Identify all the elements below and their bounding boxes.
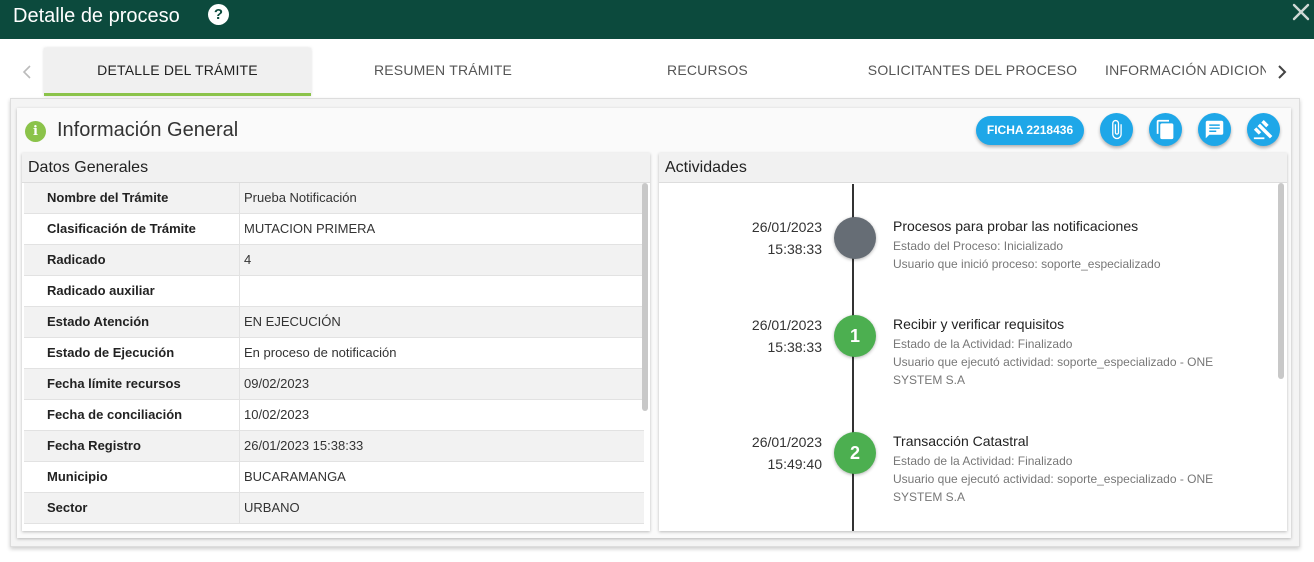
column-divider <box>239 400 240 431</box>
help-icon[interactable]: ? <box>208 4 229 25</box>
activity-datetime: 26/01/2023 15:49:40 <box>712 431 822 475</box>
activity-marker: 2 <box>834 432 876 474</box>
card-title: Información General <box>57 119 239 141</box>
ficha-button[interactable]: FICHA 2218436 <box>976 116 1084 145</box>
column-divider <box>239 276 240 307</box>
column-divider <box>239 245 240 276</box>
window-title: Detalle de proceso <box>13 5 180 27</box>
column-divider <box>239 338 240 369</box>
activity-datetime: 26/01/2023 15:38:33 <box>712 216 822 260</box>
activity-user: Usuario que ejecutó actividad: soporte_e… <box>893 355 1214 387</box>
column-divider <box>239 183 240 214</box>
column-divider <box>239 493 240 524</box>
row-value: BUCARAMANGA <box>244 469 346 484</box>
row-value: 26/01/2023 15:38:33 <box>244 438 364 453</box>
datos-generales-title: Datos Generales <box>22 153 650 183</box>
row-value: En proceso de notificación <box>244 345 397 360</box>
activity-date: 26/01/2023 <box>751 219 822 235</box>
row-label: Sector <box>47 500 88 515</box>
table-row: Fecha Registro 26/01/2023 15:38:33 <box>24 431 644 462</box>
tab-informacion-adicional[interactable]: INFORMACIÓN ADICIONAL <box>1105 48 1266 96</box>
tab-bar: DETALLE DEL TRÁMITE RESUMEN TRÁMITE RECU… <box>0 48 1314 98</box>
table-row: Municipio BUCARAMANGA <box>24 462 644 493</box>
column-divider <box>239 462 240 493</box>
row-label: Nombre del Trámite <box>47 190 169 205</box>
row-label: Clasificación de Trámite <box>47 221 196 236</box>
activity-datetime: 26/01/2023 15:38:33 <box>712 314 822 358</box>
comment-icon <box>1205 120 1224 139</box>
row-label: Fecha Registro <box>47 438 141 453</box>
row-label: Fecha límite recursos <box>47 376 181 391</box>
row-label: Radicado <box>47 252 106 267</box>
table-row: Estado Atención EN EJECUCIÓN <box>24 307 644 338</box>
datos-generales-panel: Datos Generales Nombre del Trámite Prueba… <box>22 153 650 531</box>
gavel-icon <box>1253 119 1273 140</box>
actividades-scrollbar[interactable] <box>1278 183 1284 379</box>
comments-button[interactable] <box>1198 113 1231 146</box>
paperclip-icon <box>1112 119 1122 140</box>
copy-icon <box>1156 119 1174 140</box>
row-value: URBANO <box>244 500 300 515</box>
table-row: Estado de Ejecución En proceso de notific… <box>24 338 644 369</box>
activity-title: Transacción Catastral <box>893 433 1029 449</box>
table-row: Fecha de conciliación 10/02/2023 <box>24 400 644 431</box>
column-divider <box>239 369 240 400</box>
row-value: 09/02/2023 <box>244 376 310 391</box>
activity-title: Procesos para probar las notificaciones <box>893 218 1139 234</box>
activity-status: Estado del Proceso: Inicializado <box>893 239 1064 253</box>
activity-date: 26/01/2023 <box>751 434 822 450</box>
tab-recursos[interactable]: RECURSOS <box>575 48 840 96</box>
table-row: Nombre del Trámite Prueba Notificación <box>24 183 644 214</box>
table-row: Clasificación de Trámite MUTACION PRIMERA <box>24 214 644 245</box>
tab-detalle-tramite[interactable]: DETALLE DEL TRÁMITE <box>44 48 311 96</box>
table-row: Fecha límite recursos 09/02/2023 <box>24 369 644 400</box>
row-label: Estado de Ejecución <box>47 345 175 360</box>
activity-user: Usuario que ejecutó actividad: soporte_e… <box>893 472 1214 504</box>
row-value: 10/02/2023 <box>244 407 310 422</box>
copy-button[interactable] <box>1149 113 1182 146</box>
row-value: Prueba Notificación <box>244 190 357 205</box>
table-row: Sector URBANO <box>24 493 644 524</box>
window-titlebar: Detalle de proceso ? <box>0 0 1314 39</box>
row-label: Radicado auxiliar <box>47 283 155 298</box>
resolution-button[interactable] <box>1247 113 1280 146</box>
column-divider <box>239 214 240 245</box>
datos-scrollbar[interactable] <box>642 183 648 411</box>
activity-date: 26/01/2023 <box>751 317 822 333</box>
table-row: Radicado 4 <box>24 245 644 276</box>
close-icon[interactable] <box>1289 0 1313 28</box>
column-divider <box>239 307 240 338</box>
row-value: MUTACION PRIMERA <box>244 221 376 236</box>
activity-time: 15:38:33 <box>767 339 823 355</box>
row-label: Municipio <box>47 469 108 484</box>
activity-time: 15:49:40 <box>767 456 823 472</box>
tab-resumen-tramite[interactable]: RESUMEN TRÁMITE <box>311 48 575 96</box>
row-label: Fecha de conciliación <box>47 407 183 422</box>
activity-title: Recibir y verificar requisitos <box>893 316 1065 332</box>
activity-user: Usuario que inició proceso: soporte_espe… <box>893 257 1161 271</box>
activity-status: Estado de la Actividad: Finalizado <box>893 454 1073 468</box>
table-row: Radicado auxiliar <box>24 276 644 307</box>
tab-solicitantes[interactable]: SOLICITANTES DEL PROCESO <box>840 48 1105 96</box>
row-value: EN EJECUCIÓN <box>244 314 341 329</box>
activity-marker: 1 <box>834 315 876 357</box>
activity-status: Estado de la Actividad: Finalizado <box>893 337 1073 351</box>
tab-scroll-right-icon[interactable] <box>1271 58 1293 86</box>
attachment-button[interactable] <box>1100 113 1133 146</box>
activity-marker <box>834 217 876 259</box>
row-label: Estado Atención <box>47 314 150 329</box>
info-icon: i <box>25 121 46 142</box>
tab-scroll-left-icon[interactable] <box>16 58 38 86</box>
row-value: 4 <box>244 252 252 267</box>
column-divider <box>239 431 240 462</box>
activity-time: 15:38:33 <box>767 241 823 257</box>
actividades-title: Actividades <box>659 153 1287 183</box>
